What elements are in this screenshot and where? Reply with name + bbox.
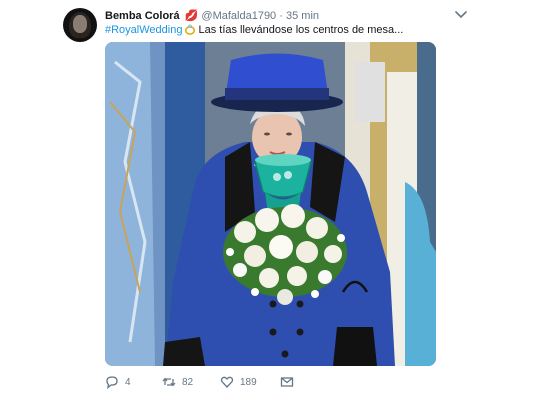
tweet-timestamp[interactable]: 35 min xyxy=(286,10,319,22)
tweet-header: Bemba Colorá 💋 @Mafalda1790 · 35 min xyxy=(105,9,319,22)
chevron-down-icon[interactable] xyxy=(455,10,467,20)
like-count: 189 xyxy=(240,376,257,388)
hashtag-link[interactable]: #RoyalWedding xyxy=(105,24,182,36)
ring-icon xyxy=(185,24,196,35)
reply-count: 4 xyxy=(125,376,131,388)
retweet-button[interactable]: 82 xyxy=(162,375,193,389)
envelope-icon xyxy=(280,377,294,387)
tweet-photo[interactable] xyxy=(105,42,436,366)
like-button[interactable]: 189 xyxy=(220,375,257,389)
tweet-text: #RoyalWedding Las tías llevándose los ce… xyxy=(105,24,403,36)
user-handle[interactable]: @Mafalda1790 xyxy=(201,10,276,22)
direct-message-button[interactable] xyxy=(280,375,300,389)
reply-button[interactable]: 4 xyxy=(105,375,131,389)
avatar[interactable] xyxy=(63,8,97,42)
display-name[interactable]: Bemba Colorá xyxy=(105,10,180,22)
tweet-body: Las tías llevándose los centros de mesa.… xyxy=(198,24,404,36)
retweet-count: 82 xyxy=(182,376,194,388)
tweet-card[interactable]: Bemba Colorá 💋 @Mafalda1790 · 35 min #Ro… xyxy=(63,0,473,400)
kiss-mark-icon: 💋 xyxy=(184,10,199,22)
separator-dot: · xyxy=(279,10,283,22)
retweet-icon xyxy=(162,377,176,387)
reply-icon xyxy=(106,376,118,389)
heart-icon xyxy=(220,376,234,388)
